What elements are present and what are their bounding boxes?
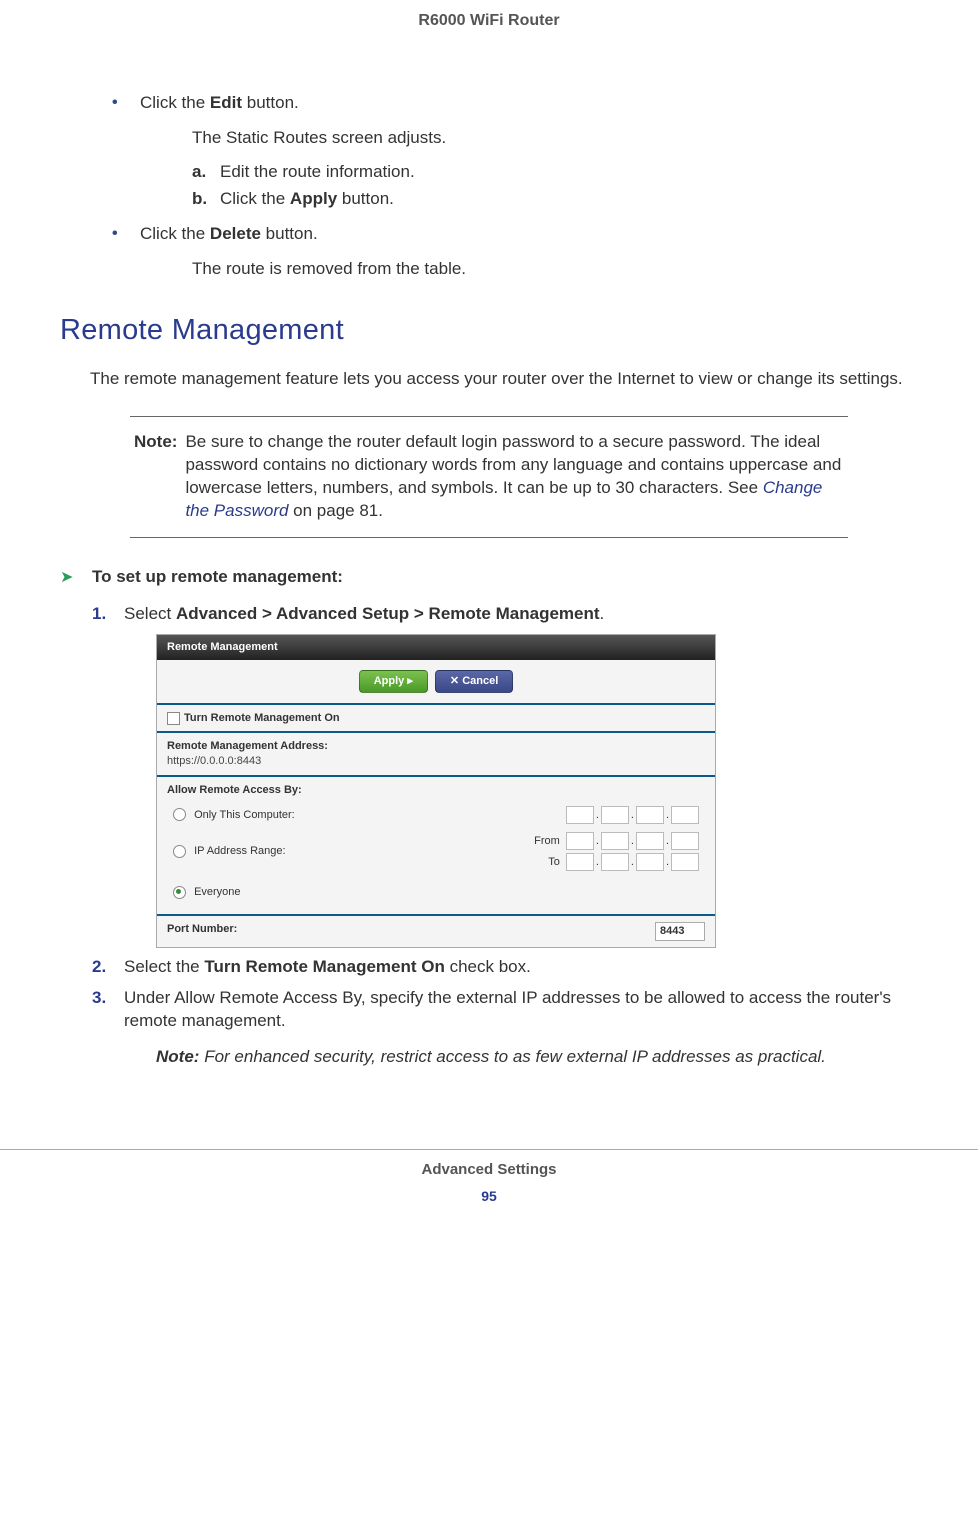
procedure-heading: ➤ To set up remote management: [60, 566, 918, 589]
step-text: Under Allow Remote Access By, specify th… [124, 987, 918, 1033]
bullet-item: • Click the Edit button. [112, 92, 918, 115]
letter-text: Click the Apply button. [220, 188, 394, 211]
to-label: To [530, 855, 560, 870]
note-label: Note: [134, 431, 177, 523]
section-heading-remote-management: Remote Management [60, 311, 918, 350]
ip-octet-input[interactable] [566, 832, 594, 850]
port-number-label: Port Number: [167, 922, 237, 941]
footer-section-title: Advanced Settings [0, 1160, 978, 1180]
ip-range-radio[interactable] [173, 845, 186, 858]
step-text: Select Advanced > Advanced Setup > Remot… [124, 603, 604, 626]
bullet-text: Click the Delete button. [140, 223, 318, 246]
note-box: Note: Be sure to change the router defau… [130, 416, 848, 538]
lettered-item: a. Edit the route information. [192, 161, 918, 184]
step-item: 3. Under Allow Remote Access By, specify… [92, 987, 918, 1033]
ip-octet-input[interactable] [671, 832, 699, 850]
remote-address-label: Remote Management Address: [167, 739, 705, 754]
ss-turn-on-section: Turn Remote Management On [157, 705, 715, 734]
step-item: 2. Select the Turn Remote Management On … [92, 956, 918, 979]
ip-octet-input[interactable] [671, 806, 699, 824]
ip-input-group: . . . [566, 806, 699, 824]
note-text: Be sure to change the router default log… [185, 431, 844, 523]
turn-remote-on-checkbox[interactable] [167, 712, 180, 725]
ip-octet-input[interactable] [601, 832, 629, 850]
everyone-radio[interactable] [173, 886, 186, 899]
footer-page-number: 95 [0, 1187, 978, 1206]
step-item: 1. Select Advanced > Advanced Setup > Re… [92, 603, 918, 626]
step-number: 3. [92, 987, 124, 1033]
only-this-computer-radio[interactable] [173, 808, 186, 821]
procedure-arrow-icon: ➤ [60, 567, 92, 589]
letter-marker: b. [192, 188, 220, 211]
allow-access-label: Allow Remote Access By: [167, 783, 705, 798]
ss-title-bar: Remote Management [157, 635, 715, 660]
from-label: From [530, 834, 560, 849]
lettered-item: b. Click the Apply button. [192, 188, 918, 211]
step-number: 1. [92, 603, 124, 626]
bullet-text: Click the Edit button. [140, 92, 299, 115]
port-number-input[interactable]: 8443 [655, 922, 705, 941]
bullet-item: • Click the Delete button. [112, 223, 918, 246]
bullet-sub-text: The route is removed from the table. [192, 258, 918, 281]
ss-port-section: Port Number: 8443 [157, 916, 715, 947]
ip-octet-input[interactable] [636, 832, 664, 850]
screenshot-remote-management: Remote Management Apply ▸ ✕ Cancel Turn … [156, 634, 716, 948]
procedure-title: To set up remote management: [92, 566, 343, 589]
letter-text: Edit the route information. [220, 161, 415, 184]
bullet-marker-icon: • [112, 223, 140, 246]
lettered-list: a. Edit the route information. b. Click … [192, 161, 918, 211]
ip-octet-input[interactable] [566, 806, 594, 824]
ss-button-bar: Apply ▸ ✕ Cancel [157, 660, 715, 705]
ip-octet-input[interactable] [601, 806, 629, 824]
opt-range-row: IP Address Range: From . . . To . [167, 828, 705, 875]
opt-everyone-row: Everyone [167, 881, 705, 904]
ss-address-section: Remote Management Address: https://0.0.0… [157, 733, 715, 777]
procedure-steps: 1. Select Advanced > Advanced Setup > Re… [92, 603, 918, 1069]
body-paragraph: The remote management feature lets you a… [90, 368, 918, 391]
opt-only-row: Only This Computer: . . . [167, 802, 705, 828]
step-number: 2. [92, 956, 124, 979]
bullet-sub-text: The Static Routes screen adjusts. [192, 127, 918, 150]
apply-button[interactable]: Apply ▸ [359, 670, 428, 693]
cancel-button[interactable]: ✕ Cancel [435, 670, 513, 693]
ip-octet-input[interactable] [566, 853, 594, 871]
everyone-label: Everyone [194, 886, 240, 898]
ip-octet-input[interactable] [671, 853, 699, 871]
ip-octet-input[interactable] [636, 806, 664, 824]
only-this-computer-label: Only This Computer: [194, 809, 295, 821]
page-header-title: R6000 WiFi Router [60, 10, 918, 32]
page-footer: Advanced Settings 95 [0, 1149, 978, 1215]
inline-note-label: Note: [156, 1047, 199, 1066]
letter-marker: a. [192, 161, 220, 184]
step-text: Select the Turn Remote Management On che… [124, 956, 531, 979]
turn-remote-on-label: Turn Remote Management On [184, 711, 340, 726]
ss-allow-section: Allow Remote Access By: Only This Comput… [157, 777, 715, 916]
bullet-marker-icon: • [112, 92, 140, 115]
remote-address-value: https://0.0.0.0:8443 [167, 754, 705, 769]
intro-bullets: • Click the Edit button. The Static Rout… [112, 92, 918, 282]
ip-octet-input[interactable] [601, 853, 629, 871]
ip-range-label: IP Address Range: [194, 845, 286, 857]
ip-octet-input[interactable] [636, 853, 664, 871]
inline-note: Note: For enhanced security, restrict ac… [156, 1046, 918, 1069]
